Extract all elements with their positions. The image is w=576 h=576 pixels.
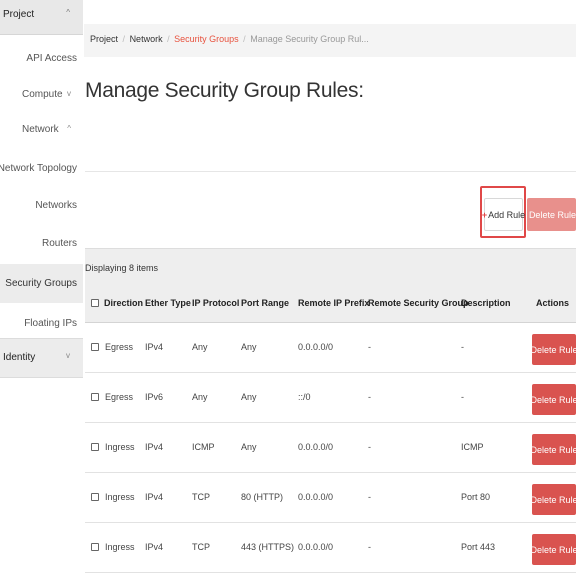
chevron-up-icon: ^ [67, 124, 71, 133]
sidebar-item-network-label: Network [22, 124, 59, 135]
cell-direction: Ingress [105, 542, 135, 552]
sidebar-item-compute[interactable]: Compute v [0, 81, 83, 117]
cell-description: - [461, 342, 464, 352]
cell-remote-security-group: - [368, 442, 371, 452]
cell-remote-security-group: - [368, 392, 371, 402]
divider [85, 171, 576, 172]
column-header-direction[interactable]: Direction [104, 298, 143, 308]
chevron-up-icon: ^ [66, 8, 70, 17]
cell-ether-type: IPv4 [145, 442, 164, 452]
cell-ip-protocol: ICMP [192, 442, 215, 452]
table-header: Direction Ether Type IP Protocol Port Ra… [85, 284, 576, 323]
select-all-checkbox[interactable] [91, 299, 99, 307]
table-row: Ingress IPv4 ICMP Any 0.0.0.0/0 - ICMP D… [85, 423, 576, 473]
column-header-remote-ip-prefix[interactable]: Remote IP Prefix [298, 298, 369, 308]
breadcrumb-current: Manage Security Group Rul... [250, 34, 369, 44]
sidebar-item-network[interactable]: Network ^ [0, 117, 83, 153]
table-row: Ingress IPv4 TCP 80 (HTTP) 0.0.0.0/0 - P… [85, 473, 576, 523]
breadcrumb-separator: / [167, 34, 170, 44]
cell-direction: Egress [105, 342, 134, 352]
cell-remote-ip-prefix: 0.0.0.0/0 [298, 442, 334, 452]
cell-port-range: 80 (HTTP) [241, 492, 284, 502]
row-checkbox[interactable] [91, 443, 99, 451]
row-checkbox[interactable] [91, 343, 99, 351]
cell-remote-security-group: - [368, 542, 371, 552]
cell-port-range: Any [241, 442, 257, 452]
sidebar-item-networks[interactable]: Networks [35, 200, 77, 211]
row-checkbox[interactable] [91, 393, 99, 401]
table-caption: Displaying 8 items [85, 248, 576, 284]
table-row: Egress IPv6 Any Any ::/0 - - Delete Rule [85, 373, 576, 423]
delete-rules-label: Delete Rules [528, 209, 576, 220]
plus-icon: + [481, 209, 488, 220]
cell-ip-protocol: TCP [192, 542, 210, 552]
cell-direction: Ingress [105, 442, 135, 452]
sidebar-item-security-groups-label: Security Groups [5, 278, 77, 289]
breadcrumb-security-groups[interactable]: Security Groups [174, 34, 239, 44]
cell-description: ICMP [461, 442, 484, 452]
cell-port-range: Any [241, 392, 257, 402]
add-rule-button[interactable]: + Add Rule [481, 198, 526, 231]
delete-rule-button[interactable]: Delete Rule [530, 484, 576, 515]
delete-rule-button[interactable]: Delete Rule [530, 334, 576, 365]
rules-table: Displaying 8 items Direction Ether Type … [85, 248, 576, 573]
cell-ether-type: IPv6 [145, 392, 164, 402]
cell-direction: Egress [105, 392, 134, 402]
cell-port-range: 443 (HTTPS) [241, 542, 295, 552]
add-rule-label: Add Rule [488, 209, 526, 220]
sidebar-item-compute-label: Compute [22, 89, 63, 100]
row-checkbox[interactable] [91, 493, 99, 501]
cell-description: Port 80 [461, 492, 491, 502]
cell-remote-security-group: - [368, 492, 371, 502]
sidebar-project-header[interactable]: Project ^ [0, 0, 83, 35]
cell-ip-protocol: Any [192, 342, 208, 352]
column-header-ether-type[interactable]: Ether Type [145, 298, 191, 308]
breadcrumb-network[interactable]: Network [130, 34, 163, 44]
column-header-description[interactable]: Description [461, 298, 511, 308]
sidebar-item-api-access[interactable]: API Access [26, 53, 77, 64]
cell-remote-ip-prefix: 0.0.0.0/0 [298, 542, 334, 552]
cell-description: - [461, 392, 464, 402]
breadcrumb: Project / Network / Security Groups / Ma… [84, 24, 576, 57]
chevron-down-icon: v [66, 351, 70, 360]
sidebar-item-floating-ips[interactable]: Floating IPs [24, 318, 77, 329]
breadcrumb-separator: / [243, 34, 246, 44]
cell-direction: Ingress [105, 492, 135, 502]
chevron-down-icon: v [67, 89, 71, 98]
cell-remote-ip-prefix: ::/0 [298, 392, 311, 402]
breadcrumb-project[interactable]: Project [90, 34, 118, 44]
sidebar: Project ^ API Access Compute v Network ^… [0, 0, 83, 576]
table-row: Ingress IPv4 TCP 443 (HTTPS) 0.0.0.0/0 -… [85, 523, 576, 573]
sidebar-identity-label: Identity [3, 352, 36, 363]
column-header-ip-protocol[interactable]: IP Protocol [192, 298, 239, 308]
sidebar-identity-header[interactable]: Identity v [0, 338, 83, 378]
column-header-actions: Actions [536, 298, 570, 308]
cell-description: Port 443 [461, 542, 496, 552]
cell-ip-protocol: TCP [192, 492, 210, 502]
breadcrumb-separator: / [122, 34, 126, 44]
column-header-port-range[interactable]: Port Range [241, 298, 289, 308]
sidebar-item-network-topology[interactable]: Network Topology [0, 163, 77, 174]
cell-ip-protocol: Any [192, 392, 208, 402]
delete-rule-button[interactable]: Delete Rule [530, 384, 576, 415]
table-row: Egress IPv4 Any Any 0.0.0.0/0 - - Delete… [85, 323, 576, 373]
cell-remote-ip-prefix: 0.0.0.0/0 [298, 342, 334, 352]
sidebar-project-label: Project [3, 9, 35, 20]
cell-ether-type: IPv4 [145, 342, 164, 352]
cell-ether-type: IPv4 [145, 492, 164, 502]
page-title: Manage Security Group Rules: [85, 79, 364, 102]
cell-ether-type: IPv4 [145, 542, 164, 552]
row-checkbox[interactable] [91, 543, 99, 551]
delete-rules-button[interactable]: ▮ Delete Rules [527, 198, 576, 231]
cell-remote-ip-prefix: 0.0.0.0/0 [298, 492, 334, 502]
cell-remote-security-group: - [368, 342, 371, 352]
delete-rule-button[interactable]: Delete Rule [530, 534, 576, 565]
cell-port-range: Any [241, 342, 257, 352]
sidebar-item-security-groups[interactable]: Security Groups [0, 264, 83, 303]
column-header-remote-security-group[interactable]: Remote Security Group [368, 298, 469, 308]
delete-rule-button[interactable]: Delete Rule [530, 434, 576, 465]
sidebar-item-routers[interactable]: Routers [42, 238, 77, 249]
